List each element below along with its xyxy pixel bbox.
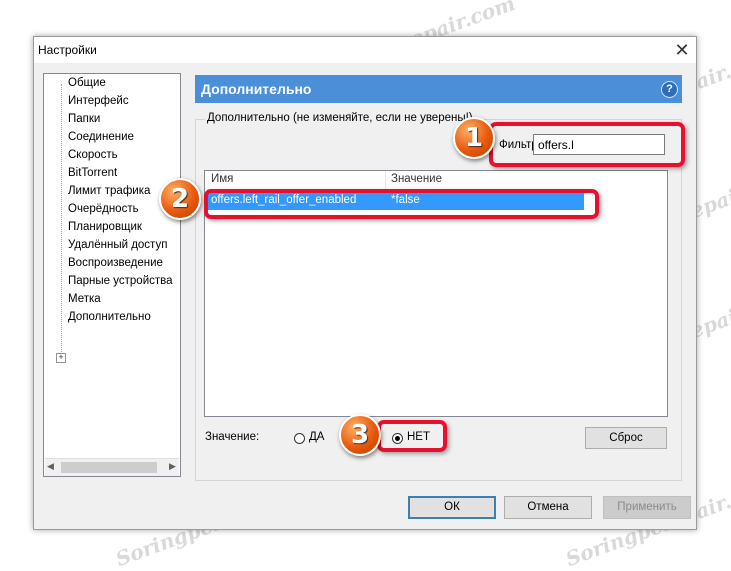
window-title: Настройки xyxy=(38,43,97,57)
highlight-no-option xyxy=(377,420,447,452)
column-header-value[interactable]: Значение xyxy=(391,173,442,185)
sidebar-item-speed[interactable]: Скорость xyxy=(68,149,118,161)
sidebar-item-label[interactable]: Метка xyxy=(68,293,101,305)
sidebar-item-queue[interactable]: Очерёдность xyxy=(68,203,139,215)
scroll-left-icon[interactable]: ◀ xyxy=(47,461,54,472)
sidebar-item-devices[interactable]: Парные устройства xyxy=(68,275,173,287)
reset-button[interactable]: Сброс xyxy=(585,427,667,449)
ok-button[interactable]: ОК xyxy=(408,496,496,519)
sidebar-item-scheduler[interactable]: Планировщик xyxy=(68,221,142,233)
sidebar-item-folders[interactable]: Папки xyxy=(68,113,100,125)
sidebar-item-connection[interactable]: Соединение xyxy=(68,131,134,143)
sidebar-item-bittorrent[interactable]: BitTorrent xyxy=(68,167,117,179)
sidebar-item-interface[interactable]: Интерфейс xyxy=(68,95,129,107)
title-bar: Настройки ✕ xyxy=(34,37,696,63)
tree-connector xyxy=(61,84,62,356)
cancel-button[interactable]: Отмена xyxy=(504,496,592,519)
radio-yes[interactable] xyxy=(294,433,305,444)
value-label: Значение: xyxy=(205,431,260,443)
step-badge-3: 3 xyxy=(339,414,381,456)
settings-window: Настройки ✕ Общие Интерфейс Папки Соедин… xyxy=(33,36,697,530)
radio-yes-label[interactable]: ДА xyxy=(309,431,324,443)
sidebar-item-traffic-limit[interactable]: Лимит трафика xyxy=(68,185,150,197)
scroll-right-icon[interactable]: ▶ xyxy=(169,461,176,472)
group-caption: Дополнительно (не изменяйте, если не уве… xyxy=(205,112,475,124)
help-icon[interactable]: ? xyxy=(661,81,678,98)
step-badge-1: 1 xyxy=(453,117,495,159)
scrollbar-thumb[interactable] xyxy=(61,462,157,473)
section-title: Дополнительно xyxy=(201,81,312,97)
sidebar-item-playback[interactable]: Воспроизведение xyxy=(68,257,163,269)
highlight-filter xyxy=(489,122,685,167)
tree-horizontal-scrollbar[interactable]: ◀ ▶ xyxy=(45,458,179,476)
step-badge-2: 2 xyxy=(159,178,201,220)
sidebar-item-remote[interactable]: Удалённый доступ xyxy=(68,239,167,251)
expand-icon[interactable]: + xyxy=(56,353,66,363)
section-header: Дополнительно ? xyxy=(195,75,682,103)
highlight-row xyxy=(204,189,599,219)
column-header-name[interactable]: Имя xyxy=(211,173,233,185)
sidebar-item-advanced[interactable]: Дополнительно xyxy=(68,311,151,323)
settings-tree: Общие Интерфейс Папки Соединение Скорост… xyxy=(43,73,181,477)
sidebar-item-general[interactable]: Общие xyxy=(68,77,106,89)
column-divider[interactable] xyxy=(385,171,386,189)
close-icon[interactable]: ✕ xyxy=(670,38,694,62)
apply-button: Применить xyxy=(603,496,691,519)
